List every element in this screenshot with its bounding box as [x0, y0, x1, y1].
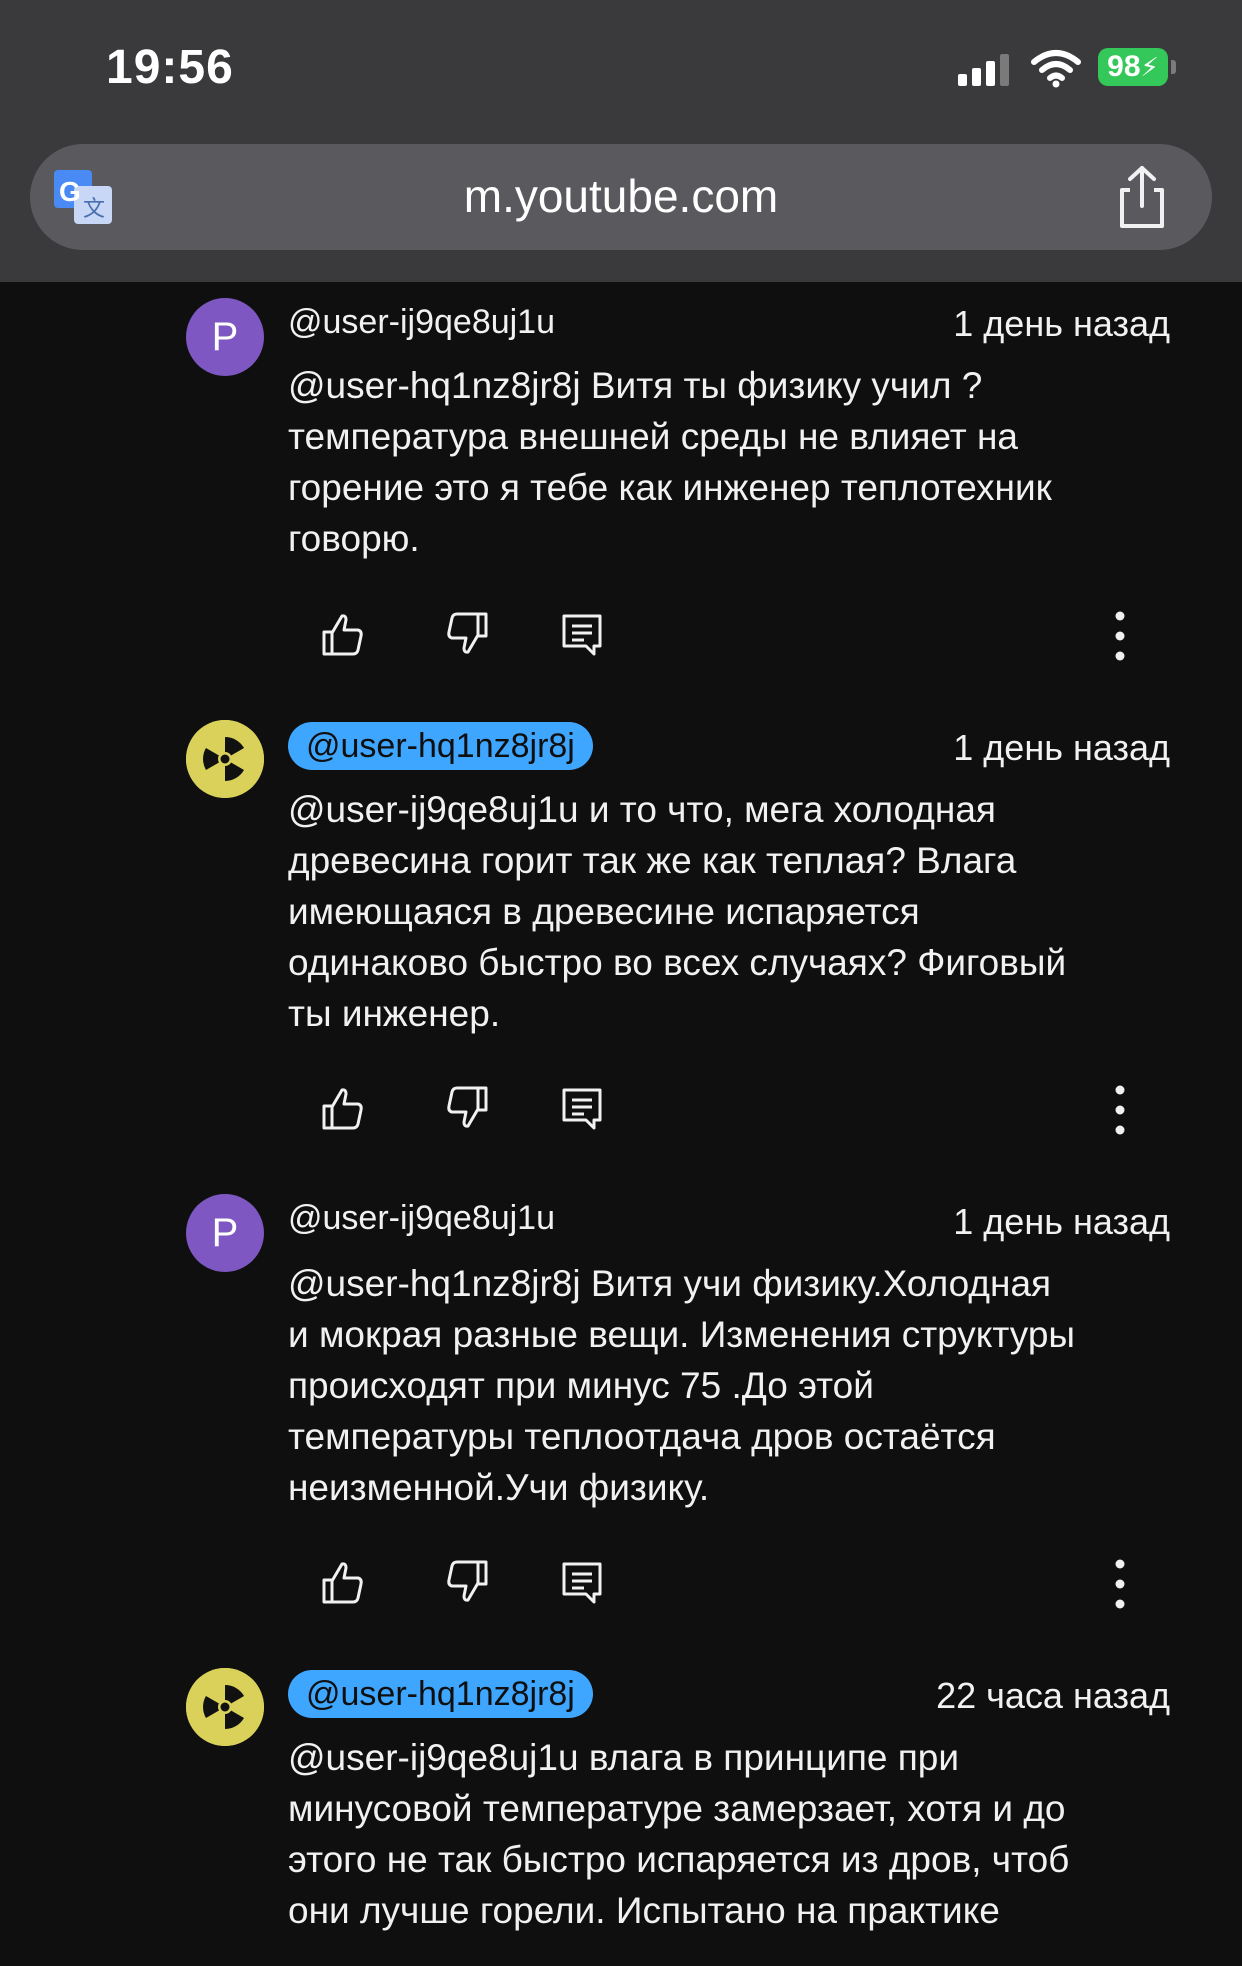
reply-icon [562, 614, 602, 656]
comment-actions [0, 1554, 1242, 1614]
like-button[interactable] [314, 1554, 370, 1610]
like-button[interactable] [314, 1080, 370, 1136]
more-options-button[interactable] [1100, 606, 1140, 666]
avatar[interactable]: P [186, 298, 264, 376]
comment-time: 1 день назад [953, 727, 1170, 768]
dislike-button[interactable] [440, 1554, 496, 1610]
thumbs-down-icon [447, 1086, 488, 1128]
reply-icon [562, 1562, 602, 1604]
dislike-button[interactable] [440, 606, 496, 662]
reply-button[interactable] [554, 1554, 610, 1610]
comment-text: @user-hq1nz8jr8j Витя учи физику.Холодна… [288, 1263, 1076, 1508]
comment-time: 1 день назад [953, 303, 1170, 344]
comment-text: @user-ij9qe8uj1u влага в принципе при ми… [288, 1737, 1070, 1931]
comment-author-highlighted[interactable]: @user-hq1nz8jr8j [288, 722, 593, 770]
status-time: 19:56 [106, 41, 234, 94]
radiation-icon [186, 1668, 264, 1746]
thumbs-down-icon [447, 1560, 488, 1602]
comment-time: 22 часа назад [936, 1675, 1170, 1716]
more-options-button[interactable] [1100, 1080, 1140, 1140]
thumbs-up-icon [322, 1562, 363, 1604]
battery-indicator: 98⚡ [1098, 48, 1168, 86]
thumbs-up-icon [322, 614, 363, 656]
comment-time: 1 день назад [953, 1201, 1170, 1242]
radiation-icon [186, 720, 264, 798]
comment-text: @user-hq1nz8jr8j Витя ты физику учил ? т… [288, 365, 1052, 559]
avatar[interactable] [186, 1668, 264, 1746]
more-vert-icon [1115, 611, 1125, 661]
avatar-letter: P [211, 315, 239, 359]
comment-author[interactable]: @user-ij9qe8uj1u [288, 1196, 555, 1240]
charging-bolt-icon: ⚡ [1140, 52, 1159, 82]
wifi-icon [1031, 50, 1081, 88]
more-vert-icon [1115, 1559, 1125, 1609]
comment-author-highlighted[interactable]: @user-hq1nz8jr8j [288, 1670, 593, 1718]
comment-actions [0, 606, 1242, 666]
reply-icon [562, 1088, 602, 1130]
cellular-signal-icon [958, 52, 1010, 86]
more-vert-icon [1115, 1085, 1125, 1135]
thumbs-down-icon [447, 612, 488, 654]
url-text[interactable]: m.youtube.com [0, 168, 1242, 224]
battery-level: 98 [1107, 50, 1141, 83]
dislike-button[interactable] [440, 1080, 496, 1136]
reply-button[interactable] [554, 606, 610, 662]
avatar[interactable] [186, 720, 264, 798]
avatar[interactable]: P [186, 1194, 264, 1272]
comment-author[interactable]: @user-ij9qe8uj1u [288, 300, 555, 344]
share-icon[interactable] [1112, 164, 1172, 230]
like-button[interactable] [314, 606, 370, 662]
thumbs-up-icon [322, 1088, 363, 1130]
battery-cap [1171, 60, 1176, 74]
avatar-letter: P [211, 1211, 239, 1255]
more-options-button[interactable] [1100, 1554, 1140, 1614]
comment-actions [0, 1080, 1242, 1140]
comment-text: @user-ij9qe8uj1u и то что, мега холодная… [288, 789, 1067, 1034]
reply-button[interactable] [554, 1080, 610, 1136]
